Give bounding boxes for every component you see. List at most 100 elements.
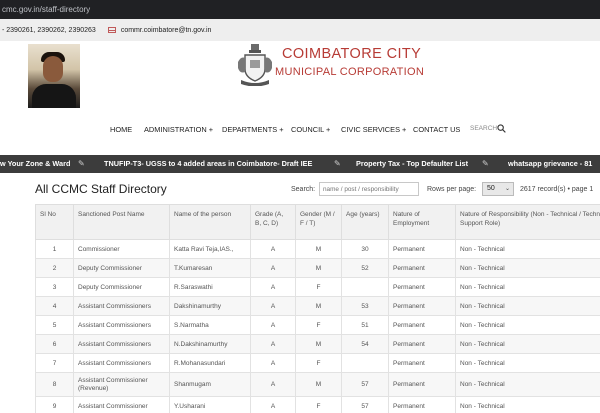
- table-cell: Non - Technical: [455, 372, 600, 397]
- nav-home[interactable]: HOME: [110, 125, 132, 134]
- ticker-item[interactable]: w Your Zone & Ward: [0, 155, 70, 173]
- corporation-emblem-icon: [238, 44, 272, 86]
- table-cell: Assistant Commissioner: [73, 396, 170, 413]
- table-cell: A: [250, 396, 296, 413]
- table-cell: 53: [341, 296, 389, 316]
- column-header[interactable]: Name of the person: [169, 204, 251, 240]
- nav-contact-us[interactable]: CONTACT US: [413, 125, 460, 134]
- table-cell: A: [250, 277, 296, 297]
- table-cell: Deputy Commissioner: [73, 258, 170, 278]
- table-cell: Deputy Commissioner: [73, 277, 170, 297]
- table-cell: Non - Technical: [455, 334, 600, 354]
- table-cell: Y.Usharani: [169, 396, 251, 413]
- table-cell: Permanent: [388, 258, 456, 278]
- staff-table-container[interactable]: Sl No Sanctioned Post Name Name of the p…: [35, 204, 600, 413]
- ticker-item[interactable]: Property Tax - Top Defaulter List: [356, 155, 468, 173]
- table-cell: Permanent: [388, 334, 456, 354]
- nav-departments[interactable]: DEPARTMENTS +: [222, 125, 284, 134]
- table-cell: 57: [341, 396, 389, 413]
- table-cell: Permanent: [388, 396, 456, 413]
- rows-per-page-label: Rows per page:: [427, 186, 477, 193]
- nav-council[interactable]: COUNCIL +: [291, 125, 330, 134]
- column-header[interactable]: Sanctioned Post Name: [73, 204, 170, 240]
- table-cell: Permanent: [388, 296, 456, 316]
- ticker-item[interactable]: TNUFIP-T3- UGSS to 4 added areas in Coim…: [104, 155, 312, 173]
- phone-numbers: - 2390261, 2390262, 2390263: [2, 26, 96, 34]
- table-cell: Non - Technical: [455, 315, 600, 335]
- official-photo: [28, 44, 80, 108]
- table-row: 5 Assistant Commissioners S.Narmatha A F 51 Pe…: [35, 315, 600, 335]
- column-header[interactable]: Age (years): [341, 204, 389, 240]
- column-header[interactable]: Grade (A, B, C, D): [250, 204, 296, 240]
- main-nav: HOME ADMINISTRATION + DEPARTMENTS + COUN…: [0, 124, 600, 139]
- table-cell: M: [295, 372, 342, 397]
- table-row: 8 Assistant Commissioner (Revenue) Shanmug…: [35, 372, 600, 397]
- column-header[interactable]: Nature of Responsibility (Non - Technica…: [455, 204, 600, 240]
- paperclip-icon: ✎: [334, 159, 341, 168]
- table-row: 3 Deputy Commissioner R.Saraswathi A F Perman…: [35, 277, 600, 297]
- table-cell: Shanmugam: [169, 372, 251, 397]
- column-header[interactable]: Gender (M / F / T): [295, 204, 342, 240]
- table-cell: A: [250, 258, 296, 278]
- table-cell: Non - Technical: [455, 239, 600, 259]
- table-cell: A: [250, 334, 296, 354]
- browser-address-bar[interactable]: cmc.gov.in/staff-directory: [0, 0, 600, 19]
- table-cell: Non - Technical: [455, 396, 600, 413]
- table-cell: Non - Technical: [455, 258, 600, 278]
- record-count: 2617 record(s) • page 1: [520, 186, 594, 193]
- table-cell: Non - Technical: [455, 353, 600, 373]
- search-label: Search:: [291, 186, 316, 193]
- brand-subtitle: MUNICIPAL CORPORATION: [275, 66, 425, 78]
- nav-search-label[interactable]: SEARCH: [470, 125, 497, 132]
- table-row: 7 Assistant Commissioners R.Mohanasundari A…: [35, 353, 600, 373]
- table-cell: 8: [35, 372, 74, 397]
- table-cell: [341, 353, 389, 373]
- contact-bar: - 2390261, 2390262, 2390263 commr.coimba…: [0, 19, 600, 41]
- table-cell: 9: [35, 396, 74, 413]
- paperclip-icon: ✎: [482, 159, 489, 168]
- table-cell: R.Mohanasundari: [169, 353, 251, 373]
- table-cell: R.Saraswathi: [169, 277, 251, 297]
- table-cell: F: [295, 277, 342, 297]
- table-cell: 54: [341, 334, 389, 354]
- table-cell: Assistant Commissioners: [73, 353, 170, 373]
- table-cell: Permanent: [388, 353, 456, 373]
- table-cell: 30: [341, 239, 389, 259]
- nav-administration[interactable]: ADMINISTRATION +: [144, 125, 213, 134]
- table-cell: Non - Technical: [455, 296, 600, 316]
- column-header[interactable]: Nature of Employment: [388, 204, 456, 240]
- column-header[interactable]: Sl No: [35, 204, 74, 240]
- search-input[interactable]: [319, 182, 419, 196]
- table-cell: A: [250, 353, 296, 373]
- search-icon[interactable]: [497, 124, 506, 133]
- table-cell: 4: [35, 296, 74, 316]
- table-cell: Assistant Commissioners: [73, 315, 170, 335]
- table-cell: 5: [35, 315, 74, 335]
- brand-title: COIMBATORE CITY: [282, 46, 422, 62]
- email-link[interactable]: commr.coimbatore@tn.gov.in: [121, 27, 212, 34]
- table-cell: Permanent: [388, 315, 456, 335]
- nav-civic-services[interactable]: CIVIC SERVICES +: [341, 125, 406, 134]
- table-cell: 6: [35, 334, 74, 354]
- table-row: 1 Commissioner Katta Ravi Teja,IAS., A M 30 Pe…: [35, 239, 600, 259]
- table-cell: Commissioner: [73, 239, 170, 259]
- table-cell: F: [295, 396, 342, 413]
- rows-per-page-select[interactable]: 50 ⌄: [482, 182, 514, 196]
- table-cell: Permanent: [388, 372, 456, 397]
- chevron-down-icon: ⌄: [504, 186, 510, 192]
- table-cell: 3: [35, 277, 74, 297]
- table-cell: 2: [35, 258, 74, 278]
- table-cell: Assistant Commissioners: [73, 296, 170, 316]
- table-cell: M: [295, 296, 342, 316]
- news-ticker: w Your Zone & Ward ✎ TNUFIP-T3- UGSS to …: [0, 155, 600, 173]
- table-row: 6 Assistant Commissioners N.Dakshinamurthy…: [35, 334, 600, 354]
- table-cell: Permanent: [388, 239, 456, 259]
- mail-icon: [107, 27, 116, 33]
- table-cell: 52: [341, 258, 389, 278]
- paperclip-icon: ✎: [78, 159, 85, 168]
- table-cell: M: [295, 239, 342, 259]
- table-cell: M: [295, 258, 342, 278]
- ticker-item[interactable]: whatsapp grievance - 81: [508, 155, 592, 173]
- table-cell: T.Kumaresan: [169, 258, 251, 278]
- table-row: 4 Assistant Commissioners Dakshinamurthy A M…: [35, 296, 600, 316]
